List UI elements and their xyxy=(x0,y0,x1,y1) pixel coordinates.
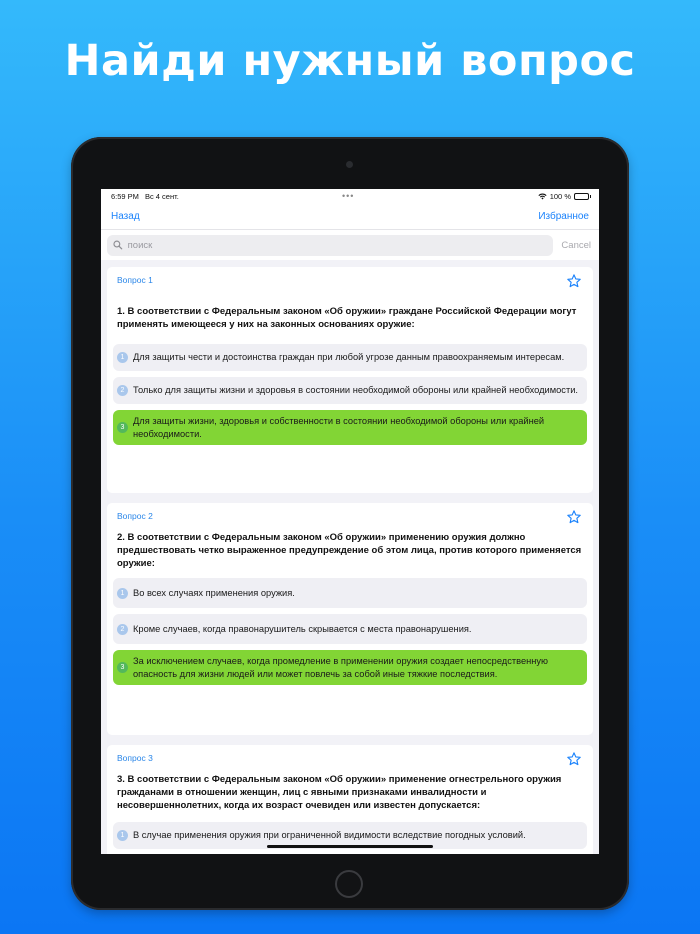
star-icon[interactable] xyxy=(566,509,582,525)
battery-percent: 100 % xyxy=(549,191,571,201)
back-button[interactable]: Назад xyxy=(111,211,140,222)
question-label: Вопрос 1 xyxy=(117,275,153,285)
home-button[interactable] xyxy=(335,870,363,898)
tablet-frame: 6:59 PM Вс 4 сент. ••• 100 % Назад Избра… xyxy=(71,137,629,910)
answer-option[interactable]: 1 Во всех случаях применения оружия. xyxy=(113,578,587,608)
answer-number: 2 xyxy=(117,623,128,635)
answer-text: За исключением случаев, когда промедлени… xyxy=(133,656,549,679)
answer-number: 1 xyxy=(117,352,128,363)
question-text: 3. В соответствии с Федеральным законом … xyxy=(117,774,562,811)
search-icon xyxy=(113,240,123,250)
favorites-button[interactable]: Избранное xyxy=(538,211,589,222)
answer-text: Для защиты чести и достоинства граждан п… xyxy=(133,352,565,363)
answer-text: В случае применения оружия при ограничен… xyxy=(133,830,526,841)
question-card: Вопрос 3 3. В соответствии с Федеральным… xyxy=(107,745,593,854)
promo-headline: Найди нужный вопрос xyxy=(64,36,636,86)
cancel-button[interactable]: Cancel xyxy=(561,240,591,251)
star-icon[interactable] xyxy=(566,751,582,767)
search-box[interactable] xyxy=(107,234,554,256)
question-label: Вопрос 2 xyxy=(117,511,153,521)
answer-number: 1 xyxy=(117,587,128,599)
question-list[interactable]: Вопрос 1 1. В соответствии с Федеральным… xyxy=(101,260,599,854)
star-icon[interactable] xyxy=(566,273,582,289)
search-input[interactable] xyxy=(127,239,548,251)
search-row: Cancel xyxy=(101,230,599,260)
correct-answer-option[interactable]: 3 Для защиты жизни, здоровья и собственн… xyxy=(113,410,587,445)
wifi-icon xyxy=(538,193,547,199)
front-camera xyxy=(346,161,353,168)
answer-number: 2 xyxy=(117,385,128,396)
status-right: 100 % xyxy=(538,191,591,201)
answer-number: 1 xyxy=(117,830,128,841)
status-date: Вс 4 сент. xyxy=(144,191,179,201)
multitasking-dots[interactable]: ••• xyxy=(342,191,354,201)
status-time: 6:59 PM xyxy=(111,191,139,201)
answer-text: Только для защиты жизни и здоровья в сос… xyxy=(133,385,578,396)
question-text: 2. В соответствии с Федеральным законом … xyxy=(117,532,582,569)
question-text: 1. В соответствии с Федеральным законом … xyxy=(117,306,577,330)
correct-answer-option[interactable]: 3 За исключением случаев, когда промедле… xyxy=(113,650,587,685)
answer-option[interactable]: 2 Только для защиты жизни и здоровья в с… xyxy=(113,377,587,404)
question-label: Вопрос 3 xyxy=(117,753,153,763)
answer-text: Для защиты жизни, здоровья и собственнос… xyxy=(133,416,545,439)
question-card: Вопрос 1 1. В соответствии с Федеральным… xyxy=(107,267,593,493)
home-indicator[interactable] xyxy=(267,845,433,848)
battery-icon xyxy=(574,192,591,200)
answer-number: 3 xyxy=(117,662,128,673)
question-card: Вопрос 2 2. В соответствии с Федеральным… xyxy=(107,503,593,735)
navigation-bar: Назад Избранное xyxy=(101,203,599,230)
answer-text: Во всех случаях применения оружия. xyxy=(133,587,295,598)
answer-text: Кроме случаев, когда правонарушитель скр… xyxy=(133,623,472,634)
answer-number: 3 xyxy=(117,422,128,433)
status-bar: 6:59 PM Вс 4 сент. ••• 100 % xyxy=(101,189,599,203)
answer-option[interactable]: 2 Кроме случаев, когда правонарушитель с… xyxy=(113,614,587,644)
answer-option[interactable]: 1 Для защиты чести и достоинства граждан… xyxy=(113,344,587,371)
app-screen: 6:59 PM Вс 4 сент. ••• 100 % Назад Избра… xyxy=(101,189,599,854)
